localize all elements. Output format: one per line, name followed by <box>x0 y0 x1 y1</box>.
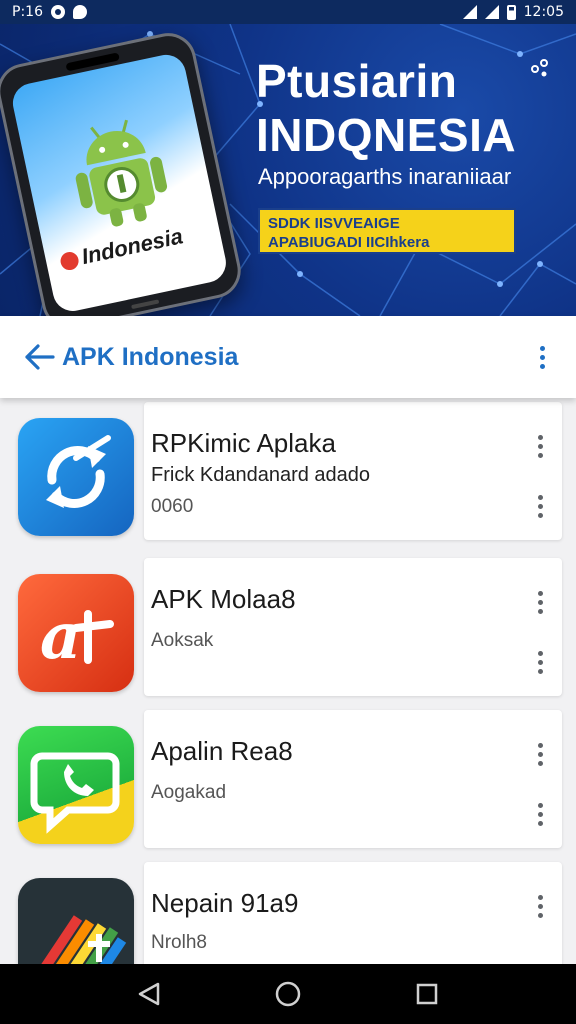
nav-home-button[interactable] <box>268 974 308 1014</box>
phone-screen: Indonesia <box>9 51 230 315</box>
list-item[interactable]: a APK Molaa8 Aoksak <box>0 554 576 706</box>
message-notification-icon <box>72 5 87 19</box>
app-meta: Aogakad <box>151 782 227 803</box>
status-time-right: 12:05 <box>523 4 564 20</box>
share-icon[interactable] <box>530 58 550 78</box>
battery-icon <box>506 4 516 20</box>
promo-banner[interactable]: Indonesia Ptusiarin INDQNESIA Appooragar… <box>0 24 576 316</box>
app-list: RPKimic Aplaka Frick Kdandanard adado 00… <box>0 398 576 964</box>
item-menu-button[interactable] <box>526 582 554 622</box>
nav-back-button[interactable] <box>129 974 169 1014</box>
back-button[interactable] <box>20 337 60 377</box>
triangle-back-icon <box>139 982 160 1006</box>
list-item-card[interactable] <box>144 558 562 696</box>
status-bar: P:16 12:05 <box>0 0 576 24</box>
android-robot-icon <box>75 119 168 227</box>
wifi-icon <box>484 5 499 19</box>
app-title: RPKimic Aplaka <box>151 428 336 458</box>
sync-arrows-icon[interactable] <box>18 418 134 536</box>
banner-title-line2: INDQNESIA <box>256 109 517 161</box>
banner-callout: SDDK IISVVEAIGE APABIUGADI IICIhkera <box>258 208 516 254</box>
square-recents-icon <box>416 983 437 1005</box>
app-meta: Nrolh8 <box>151 932 207 953</box>
app-meta: Aoksak <box>151 630 214 651</box>
list-item-card[interactable] <box>144 710 562 848</box>
item-menu-button-secondary[interactable] <box>526 642 554 682</box>
overflow-menu-button[interactable] <box>528 337 556 377</box>
rainbow-stripes-icon[interactable] <box>18 878 134 964</box>
app-bar: APK Indonesia <box>0 316 576 398</box>
status-time-left: P:16 <box>12 4 43 20</box>
screen: P:16 12:05 Indonesia Ptusiarin INDQNESIA… <box>0 0 576 1024</box>
phone-home-indicator <box>131 299 160 310</box>
app-bar-title: APK Indonesia <box>62 342 239 371</box>
list-item[interactable]: RPKimic Aplaka Frick Kdandanard adado 00… <box>0 398 576 550</box>
chat-bubble-icon[interactable] <box>18 726 134 844</box>
nav-recents-button[interactable] <box>407 974 447 1014</box>
banner-title-line1: Ptusiarin <box>256 55 458 107</box>
item-menu-button[interactable] <box>526 734 554 774</box>
item-menu-button[interactable] <box>526 886 554 926</box>
app-title: APK Molaa8 <box>151 584 296 614</box>
app-meta: 0060 <box>151 496 194 517</box>
banner-callout-line1: SDDK IISVVEAIGE <box>268 215 400 232</box>
letter-a-icon[interactable]: a <box>18 574 134 692</box>
arrow-left-icon <box>25 344 55 370</box>
signal-icon <box>462 5 477 19</box>
app-title: Nepain 91a9 <box>151 888 299 918</box>
banner-callout-line2: APABIUGADI IICIhkera <box>268 234 430 251</box>
list-item[interactable]: Apalin Rea8 Aogakad <box>0 706 576 858</box>
svg-text:a: a <box>40 599 81 674</box>
app-subtitle: Frick Kdandanard adado <box>151 464 371 486</box>
banner-subtitle: Appooragarths inaraniiaar <box>258 164 512 189</box>
system-nav-bar <box>0 964 576 1024</box>
phone-label: Indonesia <box>58 223 185 274</box>
item-menu-button-secondary[interactable] <box>526 794 554 834</box>
list-item[interactable]: Nepain 91a9 Nrolh8 <box>0 858 576 964</box>
item-menu-button[interactable] <box>526 426 554 466</box>
app-title: Apalin Rea8 <box>151 736 293 766</box>
flag-dot-icon <box>58 250 81 272</box>
notification-icon <box>50 5 65 19</box>
item-menu-button-secondary[interactable] <box>526 486 554 526</box>
circle-home-icon <box>275 981 301 1007</box>
